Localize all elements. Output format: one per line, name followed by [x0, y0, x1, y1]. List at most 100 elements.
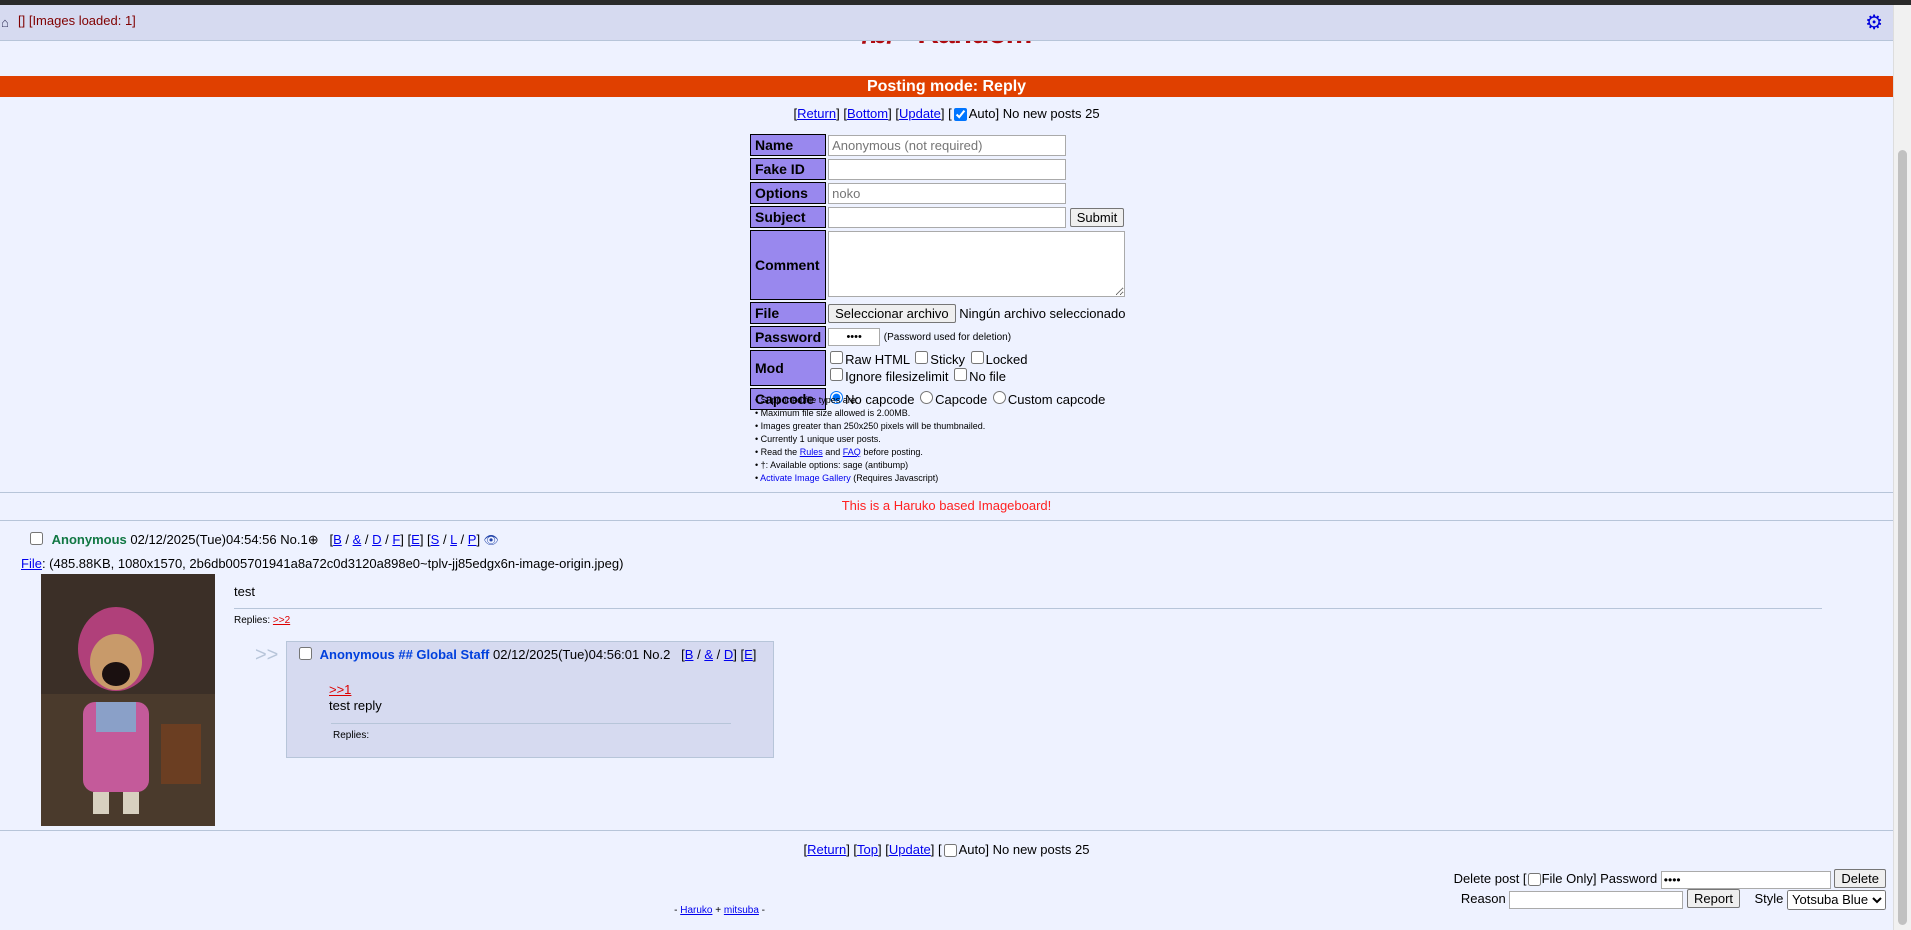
bottom-new-posts-status: No new posts 25	[992, 842, 1090, 857]
custom-capcode-radio[interactable]	[992, 391, 1006, 404]
posting-rules: • Supported file types are: • Maximum fi…	[755, 394, 985, 485]
delete-password-input[interactable]	[1660, 870, 1831, 889]
divider-motd	[0, 520, 1893, 521]
reply-poster-name: Anonymous ## Global Staff	[319, 647, 490, 662]
name-input[interactable]	[828, 134, 1067, 156]
op-thumbnail-image[interactable]	[41, 574, 215, 826]
haruko-link[interactable]: Haruko	[680, 905, 712, 916]
op-file-info: : (485.88KB, 1080x1570, 2b6db005701941a8…	[41, 556, 624, 571]
rules-link[interactable]: Rules	[800, 447, 823, 457]
options-input[interactable]	[828, 182, 1067, 204]
op-link-b[interactable]: B	[333, 532, 342, 547]
delete-button[interactable]: Delete	[1834, 869, 1886, 888]
no-file-label: No file	[969, 369, 1006, 384]
activate-gallery-link[interactable]: Activate Image Gallery	[760, 473, 851, 483]
op-select-checkbox[interactable]	[30, 532, 43, 545]
file-only-label: File Only]	[1541, 871, 1597, 886]
reply-header: Anonymous ## Global Staff 02/12/2025(Tue…	[299, 647, 756, 662]
locked-label: Locked	[985, 352, 1028, 367]
home-icon[interactable]: ⌂	[1, 15, 9, 30]
op-link-l[interactable]: L	[450, 532, 457, 547]
style-select[interactable]: Yotsuba Blue	[1787, 889, 1886, 910]
top-link[interactable]: Top	[857, 842, 878, 857]
top-bar: ⌂ [] [Images loaded: 1] ⚙	[0, 5, 1893, 41]
board-motd: This is a Haruko based Imageboard!	[841, 498, 1052, 513]
file-status: Ningún archivo seleccionado	[959, 305, 1126, 321]
bottom-return-link[interactable]: Return	[807, 842, 846, 857]
auto-update-checkbox[interactable]	[953, 108, 967, 122]
comment-textarea[interactable]	[828, 230, 1126, 297]
reason-label: Reason	[1460, 891, 1506, 906]
rule-thumbnail: • Images greater than 250x250 pixels wil…	[755, 421, 986, 431]
password-label: Password	[750, 326, 827, 348]
rule-options: • †: Available options: sage (antibump)	[755, 460, 909, 470]
rule-unique-users: • Currently 1 unique user posts.	[755, 434, 881, 444]
nav-top: [Return] [Bottom] [Update] [Auto] No new…	[793, 106, 1100, 122]
raw-html-checkbox[interactable]	[830, 351, 844, 364]
choose-file-button[interactable]: Seleccionar archivo	[828, 303, 956, 323]
bottom-link[interactable]: Bottom	[847, 106, 888, 121]
op-post-header: Anonymous 02/12/2025(Tue)04:54:56 No.1⊕ …	[30, 532, 499, 548]
custom-capcode-label: Custom capcode	[1007, 392, 1106, 407]
op-link-d[interactable]: D	[372, 532, 381, 547]
raw-html-label: Raw HTML	[845, 352, 910, 367]
post-form: Name Fake ID Options Subject Submit Comm…	[748, 132, 1127, 412]
auto-label: Auto]	[968, 106, 1000, 121]
op-replies: Replies: >>2	[234, 615, 290, 626]
return-link[interactable]: Return	[797, 106, 836, 121]
reason-input[interactable]	[1509, 890, 1684, 909]
op-link-e[interactable]: E	[411, 532, 420, 547]
op-post-number[interactable]: No.1	[280, 532, 307, 547]
eye-icon[interactable]: 👁	[484, 533, 499, 547]
comment-label: Comment	[750, 230, 827, 300]
rule-read-post: before posting.	[863, 447, 923, 457]
no-file-checkbox[interactable]	[954, 368, 968, 381]
password-input[interactable]	[828, 328, 881, 346]
fake-id-input[interactable]	[828, 158, 1067, 180]
submit-button[interactable]: Submit	[1069, 207, 1125, 227]
op-link-amp[interactable]: &	[353, 532, 362, 547]
op-link-f[interactable]: F	[392, 532, 400, 547]
op-reply-backlink[interactable]: >>2	[273, 615, 290, 626]
reply-link-e[interactable]: E	[744, 647, 753, 662]
report-button[interactable]: Report	[1686, 889, 1741, 908]
sticky-checkbox[interactable]	[915, 351, 929, 364]
options-label: Options	[750, 182, 827, 204]
scrollbar-thumb[interactable]	[1898, 150, 1907, 925]
rule-file-types: • Supported file types are:	[755, 395, 859, 405]
gallery-note: (Requires Javascript)	[853, 473, 939, 483]
mitsuba-link[interactable]: mitsuba	[724, 905, 759, 916]
op-link-p[interactable]: P	[468, 532, 477, 547]
subject-input[interactable]	[828, 206, 1067, 228]
reply-link-amp[interactable]: &	[704, 647, 713, 662]
nav-bottom: [Return] [Top] [Update] [Auto] No new po…	[803, 842, 1090, 858]
update-link[interactable]: Update	[899, 106, 941, 121]
reply-link-d[interactable]: D	[724, 647, 733, 662]
name-label: Name	[750, 134, 827, 156]
reply-quote-link[interactable]: >>1	[329, 682, 351, 697]
op-link-s[interactable]: S	[431, 532, 440, 547]
faq-link[interactable]: FAQ	[843, 447, 861, 457]
file-only-checkbox[interactable]	[1527, 873, 1541, 887]
bottom-auto-checkbox[interactable]	[943, 844, 957, 858]
divider-top	[0, 492, 1893, 493]
divider-bottom	[0, 830, 1893, 831]
images-loaded-status: [] [Images loaded: 1]	[18, 13, 136, 28]
reply-select-checkbox[interactable]	[299, 647, 312, 660]
delete-post-label: Delete post [	[1453, 871, 1527, 886]
reply-replies-label: Replies:	[333, 730, 370, 741]
op-file-link[interactable]: File	[21, 556, 42, 571]
locked-checkbox[interactable]	[970, 351, 984, 364]
bottom-update-link[interactable]: Update	[889, 842, 931, 857]
op-poster-name: Anonymous	[51, 532, 127, 547]
reply-post-number[interactable]: No.2	[643, 647, 670, 662]
bottom-auto-label: Auto]	[958, 842, 989, 857]
rule-read: • Read the Rules and FAQ before posting.	[755, 446, 985, 459]
reply-post: Anonymous ## Global Staff 02/12/2025(Tue…	[286, 641, 774, 758]
reply-comment: test reply	[329, 698, 382, 713]
reply-link-b[interactable]: B	[685, 647, 694, 662]
ignore-filesize-checkbox[interactable]	[830, 368, 844, 381]
gear-icon[interactable]: ⚙	[1865, 10, 1883, 35]
fake-id-label: Fake ID	[750, 158, 827, 180]
page-scrollbar[interactable]	[1893, 5, 1911, 930]
